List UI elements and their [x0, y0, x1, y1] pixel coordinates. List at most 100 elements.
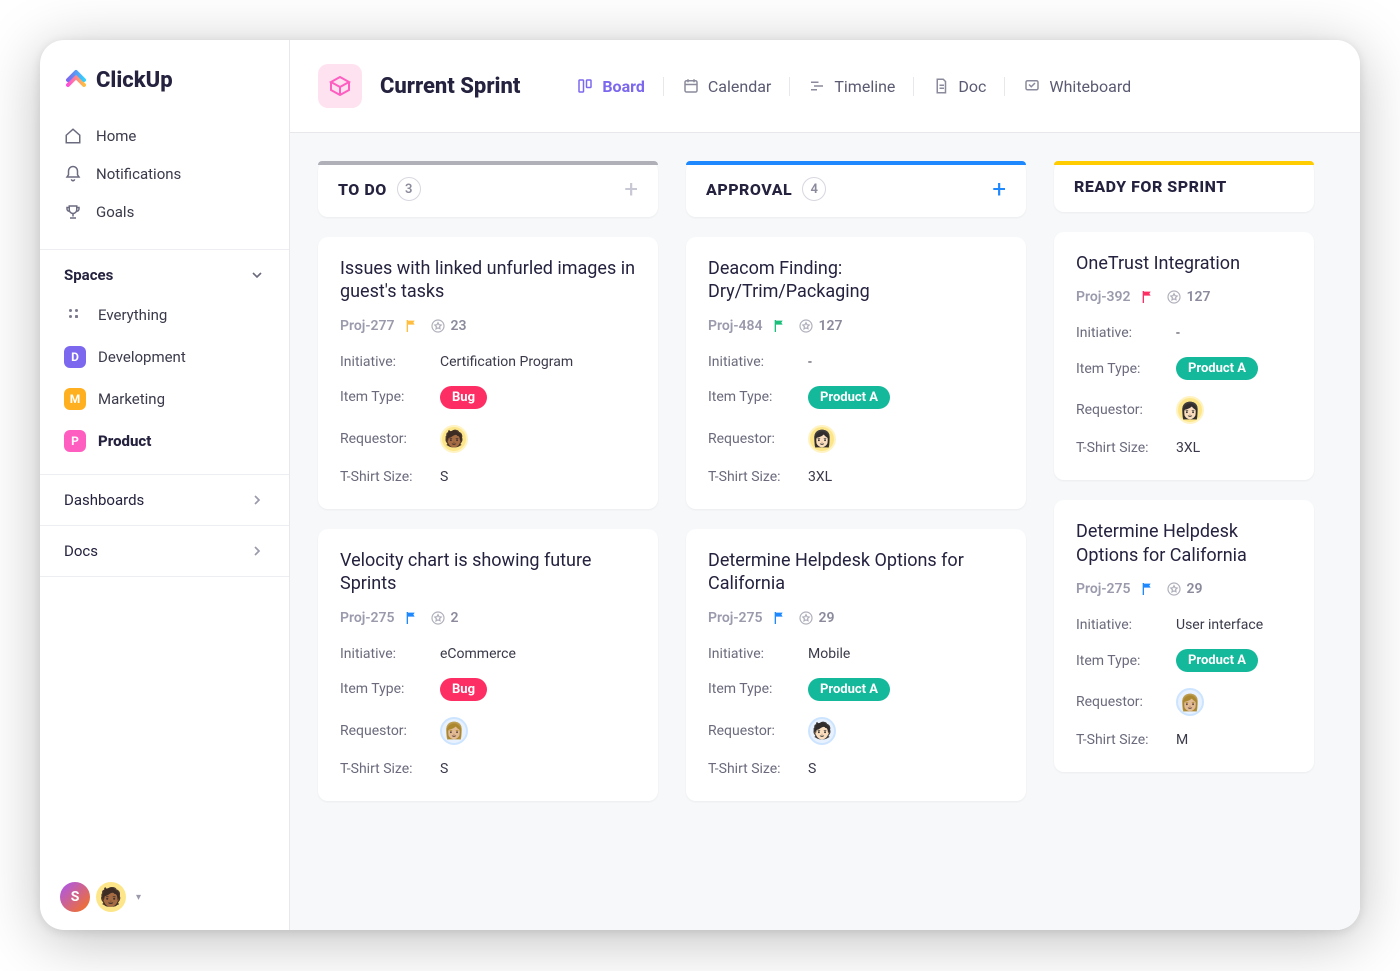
topbar: Current Sprint Board Calendar Timeline D… [290, 40, 1360, 133]
card-field: Initiative:Mobile [708, 638, 1004, 670]
task-card[interactable]: Deacom Finding: Dry/Trim/PackagingProj-4… [686, 237, 1026, 509]
calendar-icon [682, 77, 700, 95]
field-value: - [808, 354, 812, 370]
field-label: T-Shirt Size: [708, 469, 808, 485]
space-label: Product [98, 432, 151, 450]
sidebar-dashboards[interactable]: Dashboards [40, 474, 289, 525]
space-everything[interactable]: Everything [52, 294, 277, 336]
sidebar: ClickUp Home Notifications Goals Spaces [40, 40, 290, 930]
nav-label: Goals [96, 203, 134, 221]
card-title: Velocity chart is showing future Sprints [340, 549, 636, 596]
view-tab-label: Doc [958, 77, 986, 96]
card-meta: Proj-2752 [340, 610, 636, 626]
field-label: Requestor: [708, 431, 808, 447]
task-card[interactable]: Determine Helpdesk Options for Californi… [1054, 500, 1314, 772]
sidebar-footer: S 🧑🏾 ▾ [40, 864, 289, 930]
field-label: Item Type: [1076, 361, 1176, 377]
field-label: T-Shirt Size: [1076, 440, 1176, 456]
view-tab-label: Calendar [708, 77, 771, 96]
item-type-pill: Bug [440, 386, 487, 409]
star-icon [1166, 581, 1182, 597]
project-id: Proj-392 [1076, 289, 1130, 305]
user-avatar[interactable]: 🧑🏾 [96, 882, 126, 912]
clickup-logo-icon [64, 69, 88, 93]
card-title: Determine Helpdesk Options for Californi… [708, 549, 1004, 596]
column-title: APPROVAL [706, 180, 792, 199]
card-field: Initiative:- [708, 346, 1004, 378]
field-label: T-Shirt Size: [340, 469, 440, 485]
board-column: APPROVAL4+ Deacom Finding: Dry/Trim/Packa… [686, 161, 1026, 902]
chevron-down-icon[interactable]: ▾ [136, 892, 141, 903]
view-tab-board[interactable]: Board [558, 77, 663, 96]
card-field: Requestor:🧑🏻 [708, 709, 1004, 753]
space-marketing[interactable]: M Marketing [52, 378, 277, 420]
nav-label: Home [96, 127, 136, 145]
workspace-avatar[interactable]: S [60, 882, 90, 912]
board-column: READY FOR SPRINT OneTrust Integration Proj… [1054, 161, 1314, 902]
board-icon [576, 77, 594, 95]
card-field: T-Shirt Size:3XL [708, 461, 1004, 493]
view-tab-doc[interactable]: Doc [913, 77, 1004, 96]
nav-notifications[interactable]: Notifications [52, 155, 277, 193]
column-header[interactable]: TO DO3+ [318, 161, 658, 217]
card-field: T-Shirt Size:S [708, 753, 1004, 785]
card-field: Item Type:Product A [1076, 349, 1292, 388]
field-label: T-Shirt Size: [708, 761, 808, 777]
space-label: Development [98, 348, 186, 366]
task-card[interactable]: OneTrust IntegrationProj-392127Initiativ… [1054, 232, 1314, 480]
logo-text: ClickUp [96, 68, 173, 93]
space-badge: M [64, 388, 86, 410]
space-badge: D [64, 346, 86, 368]
card-title: OneTrust Integration [1076, 252, 1292, 275]
card-field: Requestor:👩🏻 [708, 417, 1004, 461]
space-product[interactable]: P Product [52, 420, 277, 462]
chevron-down-icon [249, 267, 265, 283]
space-label: Marketing [98, 390, 165, 408]
card-field: T-Shirt Size:S [340, 753, 636, 785]
field-label: Requestor: [340, 431, 440, 447]
item-type-pill: Product A [1176, 357, 1258, 380]
space-badge: P [64, 430, 86, 452]
card-field: T-Shirt Size:S [340, 461, 636, 493]
view-tab-timeline[interactable]: Timeline [789, 77, 913, 96]
card-title: Deacom Finding: Dry/Trim/Packaging [708, 257, 1004, 304]
star-icon [798, 318, 814, 334]
view-tab-calendar[interactable]: Calendar [663, 77, 789, 96]
task-card[interactable]: Velocity chart is showing future Sprints… [318, 529, 658, 801]
logo[interactable]: ClickUp [40, 40, 289, 113]
star-icon [430, 318, 446, 334]
column-header[interactable]: READY FOR SPRINT [1054, 161, 1314, 212]
nav-goals[interactable]: Goals [52, 193, 277, 231]
app-window: ClickUp Home Notifications Goals Spaces [40, 40, 1360, 930]
card-title: Determine Helpdesk Options for Californi… [1076, 520, 1292, 567]
card-field: Requestor:🧑🏾 [340, 417, 636, 461]
spaces-header[interactable]: Spaces [40, 249, 289, 294]
task-card[interactable]: Determine Helpdesk Options for Californi… [686, 529, 1026, 801]
nav-home[interactable]: Home [52, 117, 277, 155]
column-title: READY FOR SPRINT [1074, 177, 1227, 196]
whiteboard-icon [1023, 77, 1041, 95]
kanban-board: TO DO3+Issues with linked unfurled image… [290, 133, 1360, 930]
add-task-button[interactable]: + [624, 177, 638, 201]
sidebar-docs[interactable]: Docs [40, 525, 289, 577]
field-value: Certification Program [440, 354, 573, 370]
sprint-points: 29 [1166, 581, 1202, 597]
space-development[interactable]: D Development [52, 336, 277, 378]
field-label: Initiative: [1076, 325, 1176, 341]
view-tab-whiteboard[interactable]: Whiteboard [1004, 77, 1149, 96]
field-value: - [1176, 325, 1180, 341]
view-tab-label: Board [602, 77, 645, 96]
task-card[interactable]: Issues with linked unfurled images in gu… [318, 237, 658, 509]
timeline-icon [808, 77, 826, 95]
sprint-points: 23 [430, 318, 466, 334]
item-type-pill: Product A [1176, 649, 1258, 672]
add-task-button[interactable]: + [992, 177, 1006, 201]
view-tab-label: Timeline [834, 77, 895, 96]
column-header[interactable]: APPROVAL4+ [686, 161, 1026, 217]
column-count: 3 [397, 177, 421, 201]
home-icon [64, 127, 82, 145]
priority-flag-icon [404, 318, 420, 334]
star-icon [1166, 289, 1182, 305]
doc-icon [932, 77, 950, 95]
card-meta: Proj-27723 [340, 318, 636, 334]
